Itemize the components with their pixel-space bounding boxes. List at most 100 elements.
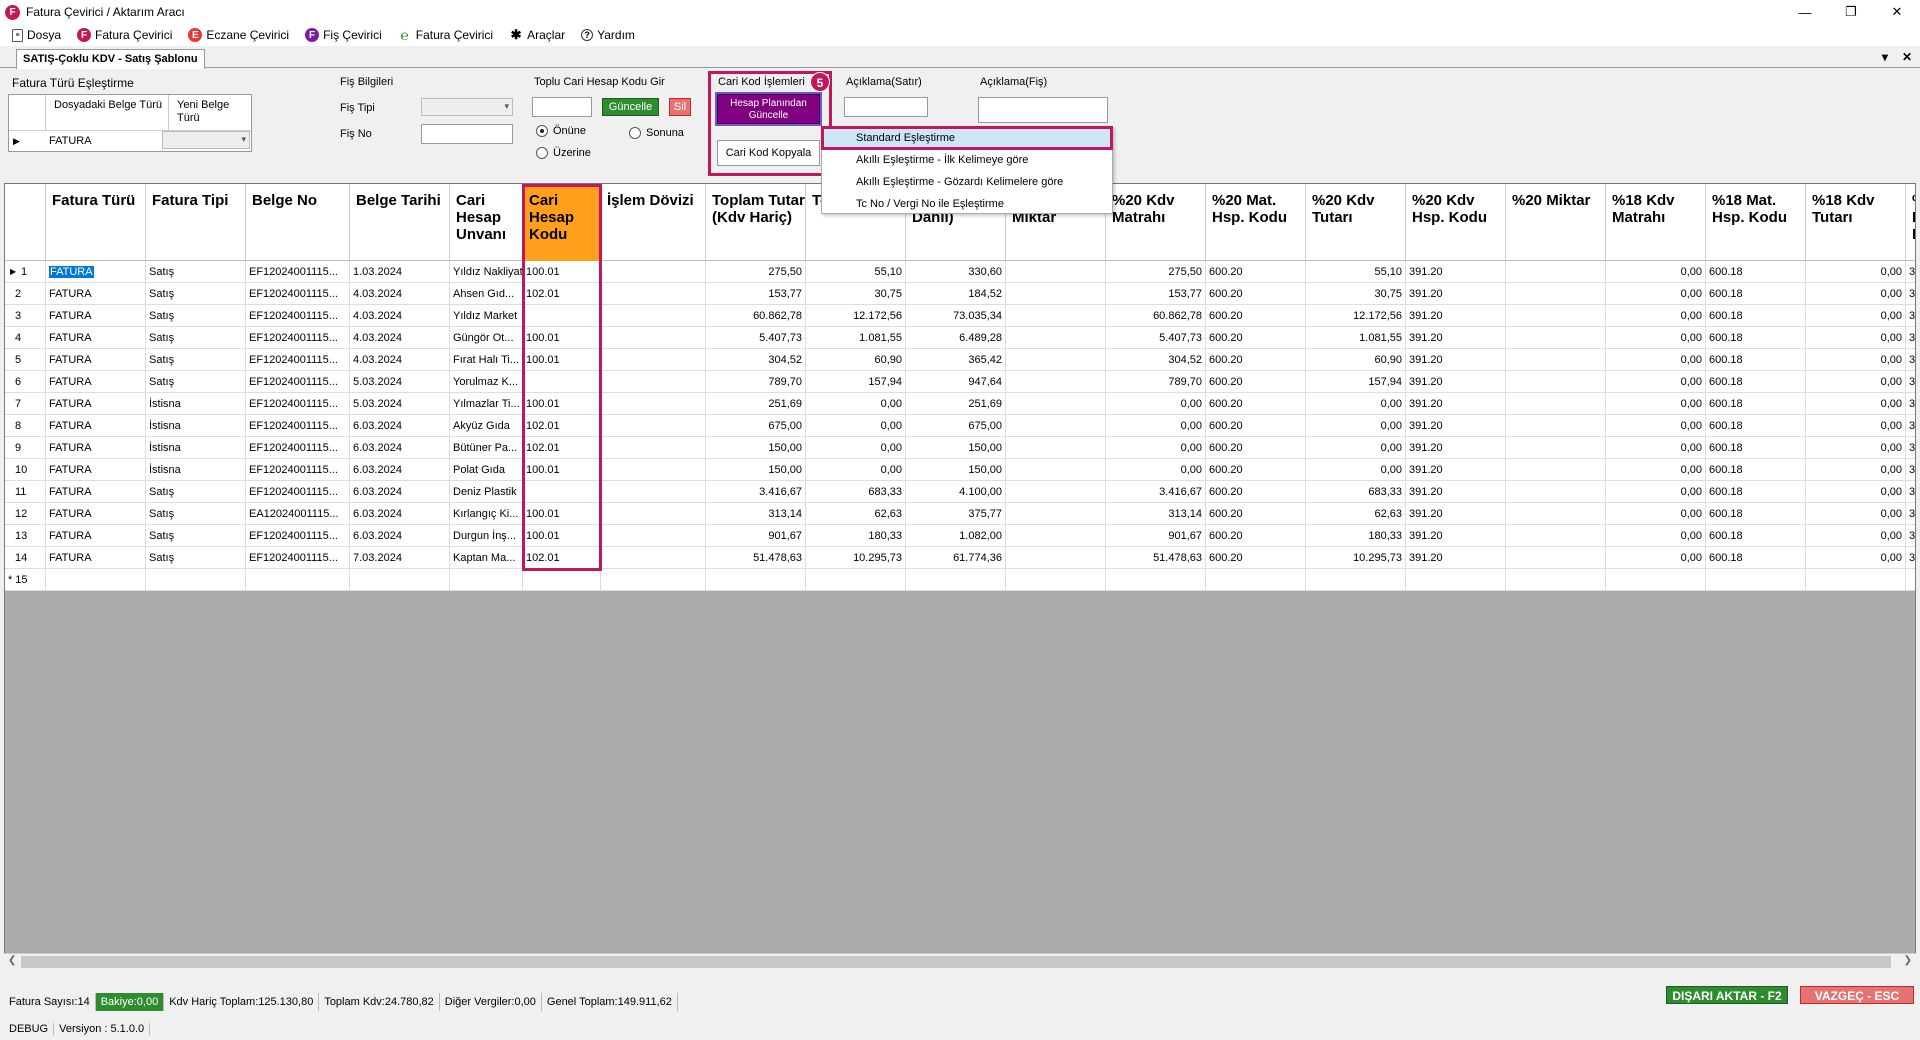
grid-cell[interactable]: 600.20 bbox=[1206, 283, 1306, 305]
grid-cell[interactable] bbox=[350, 569, 450, 591]
column-header[interactable]: %18 Kdv Matrahı bbox=[1606, 184, 1706, 261]
scroll-thumb[interactable] bbox=[21, 956, 1891, 968]
grid-cell[interactable] bbox=[1506, 393, 1606, 415]
grid-cell[interactable]: 157,94 bbox=[1306, 371, 1406, 393]
menu-fatura-cevirici[interactable]: F Fatura Çevirici bbox=[77, 28, 172, 42]
grid-cell[interactable]: 39 bbox=[1906, 371, 1915, 393]
grid-cell[interactable]: 0,00 bbox=[1806, 459, 1906, 481]
column-header[interactable]: %18 Hsp. K bbox=[1906, 184, 1915, 261]
grid-cell[interactable]: EF12024001115... bbox=[246, 393, 350, 415]
grid-cell[interactable] bbox=[1506, 327, 1606, 349]
grid-cell[interactable]: 0,00 bbox=[1106, 459, 1206, 481]
grid-cell[interactable]: 0,00 bbox=[1806, 349, 1906, 371]
grid-cell[interactable] bbox=[601, 437, 706, 459]
grid-cell[interactable] bbox=[146, 569, 246, 591]
grid-cell[interactable]: 4.03.2024 bbox=[350, 305, 450, 327]
grid-cell[interactable] bbox=[1506, 371, 1606, 393]
table-row[interactable]: 5 FATURA Satış EF12024001115... 4.03.2024 Fır… bbox=[5, 349, 1915, 371]
grid-cell[interactable]: 100.01 bbox=[523, 459, 601, 481]
grid-cell[interactable]: 391.20 bbox=[1406, 349, 1506, 371]
grid-cell[interactable]: 100.01 bbox=[523, 349, 601, 371]
grid-cell[interactable]: 150,00 bbox=[906, 437, 1006, 459]
grid-cell[interactable]: Satış bbox=[146, 525, 246, 547]
fis-tipi-select[interactable]: ▾ bbox=[421, 98, 513, 116]
grid-cell[interactable]: 0,00 bbox=[806, 393, 906, 415]
grid-cell[interactable]: 51.478,63 bbox=[1106, 547, 1206, 569]
grid-cell[interactable]: 1.081,55 bbox=[806, 327, 906, 349]
grid-cell[interactable]: 600.20 bbox=[1206, 503, 1306, 525]
grid-cell[interactable]: 0,00 bbox=[1806, 393, 1906, 415]
grid-cell[interactable]: 102.01 bbox=[523, 437, 601, 459]
grid-cell[interactable]: Durgun İnş... bbox=[450, 525, 523, 547]
menu-yardim[interactable]: ? Yardım bbox=[581, 28, 635, 42]
disari-aktar-button[interactable]: DIŞARI AKTAR - F2 bbox=[1666, 986, 1788, 1004]
grid-cell[interactable]: Deniz Plastik bbox=[450, 481, 523, 503]
grid-cell[interactable]: 0,00 bbox=[1606, 481, 1706, 503]
grid-cell[interactable]: Yılmazlar Ti... bbox=[450, 393, 523, 415]
table-row[interactable]: 13 FATURA Satış EF12024001115... 6.03.2024 Du… bbox=[5, 525, 1915, 547]
grid-cell[interactable]: 600.20 bbox=[1206, 481, 1306, 503]
grid-cell[interactable] bbox=[601, 415, 706, 437]
grid-cell[interactable]: 0,00 bbox=[1606, 415, 1706, 437]
grid-cell[interactable]: Yıldız Market bbox=[450, 305, 523, 327]
grid-cell[interactable]: İstisna bbox=[146, 459, 246, 481]
grid-cell[interactable]: Satış bbox=[146, 503, 246, 525]
grid-cell[interactable]: 600.18 bbox=[1706, 415, 1806, 437]
grid-cell[interactable]: EF12024001115... bbox=[246, 349, 350, 371]
grid-cell[interactable]: 0,00 bbox=[1606, 327, 1706, 349]
scroll-left-icon[interactable]: ❮ bbox=[8, 955, 16, 966]
grid-cell[interactable]: 0,00 bbox=[1106, 393, 1206, 415]
scroll-right-icon[interactable]: ❯ bbox=[1904, 955, 1912, 966]
grid-cell[interactable] bbox=[1306, 569, 1406, 591]
grid-cell[interactable]: 1.03.2024 bbox=[350, 261, 450, 283]
grid-cell[interactable]: Akyüz Gıda bbox=[450, 415, 523, 437]
grid-cell[interactable]: 0,00 bbox=[1606, 547, 1706, 569]
grid-cell[interactable]: Satış bbox=[146, 283, 246, 305]
toplu-cari-kod-input[interactable] bbox=[532, 97, 592, 117]
grid-cell[interactable]: 184,52 bbox=[906, 283, 1006, 305]
table-row[interactable]: 9 FATURA İstisna EF12024001115... 6.03.2024 B… bbox=[5, 437, 1915, 459]
maximize-button[interactable]: ❐ bbox=[1828, 0, 1874, 24]
column-header[interactable]: Fatura Tipi bbox=[146, 184, 246, 261]
grid-cell[interactable]: 304,52 bbox=[706, 349, 806, 371]
column-header[interactable]: Fatura Türü bbox=[46, 184, 146, 261]
grid-cell[interactable] bbox=[1506, 261, 1606, 283]
grid-cell[interactable]: EF12024001115... bbox=[246, 525, 350, 547]
grid-cell[interactable]: 391.20 bbox=[1406, 503, 1506, 525]
grid-cell[interactable]: Güngör Ot... bbox=[450, 327, 523, 349]
grid-cell[interactable]: 10.295,73 bbox=[1306, 547, 1406, 569]
table-row[interactable]: 4 FATURA Satış EF12024001115... 4.03.2024 Gün… bbox=[5, 327, 1915, 349]
grid-cell[interactable]: 0,00 bbox=[1606, 525, 1706, 547]
grid-cell[interactable] bbox=[450, 569, 523, 591]
grid-cell[interactable] bbox=[46, 569, 146, 591]
grid-cell[interactable] bbox=[1006, 481, 1106, 503]
radio-sonuna[interactable]: Sonuna bbox=[629, 127, 684, 139]
grid-cell[interactable]: 313,14 bbox=[1106, 503, 1206, 525]
grid-cell[interactable]: 251,69 bbox=[906, 393, 1006, 415]
grid-cell[interactable]: 100.01 bbox=[523, 503, 601, 525]
radio-uzerine[interactable]: Üzerine bbox=[536, 147, 591, 159]
grid-cell[interactable]: 102.01 bbox=[523, 283, 601, 305]
column-header[interactable]: Toplam Tutar (Kdv Hariç) bbox=[706, 184, 806, 261]
grid-cell[interactable]: 6.03.2024 bbox=[350, 481, 450, 503]
grid-cell[interactable] bbox=[1906, 569, 1915, 591]
grid-cell[interactable] bbox=[1506, 547, 1606, 569]
grid-cell[interactable]: 150,00 bbox=[706, 459, 806, 481]
grid-cell[interactable]: FATURA bbox=[46, 525, 146, 547]
grid-cell[interactable]: 30,75 bbox=[806, 283, 906, 305]
grid-cell[interactable] bbox=[523, 371, 601, 393]
grid-cell[interactable]: 600.20 bbox=[1206, 305, 1306, 327]
grid-cell[interactable]: 600.18 bbox=[1706, 393, 1806, 415]
grid-cell[interactable]: 0,00 bbox=[806, 437, 906, 459]
grid-cell[interactable] bbox=[1006, 393, 1106, 415]
grid-cell[interactable]: 5.03.2024 bbox=[350, 371, 450, 393]
grid-cell[interactable]: 5.407,73 bbox=[706, 327, 806, 349]
grid-cell[interactable] bbox=[601, 547, 706, 569]
grid-cell[interactable] bbox=[1606, 569, 1706, 591]
hesap-planindan-guncelle-button[interactable]: Hesap Planından Güncelle bbox=[715, 92, 822, 126]
column-header[interactable]: İşlem Dövizi bbox=[601, 184, 706, 261]
grid-cell[interactable] bbox=[601, 481, 706, 503]
column-header[interactable]: Cari Hesap Unvanı bbox=[450, 184, 523, 261]
grid-cell[interactable]: Satış bbox=[146, 327, 246, 349]
grid-cell[interactable]: İstisna bbox=[146, 437, 246, 459]
